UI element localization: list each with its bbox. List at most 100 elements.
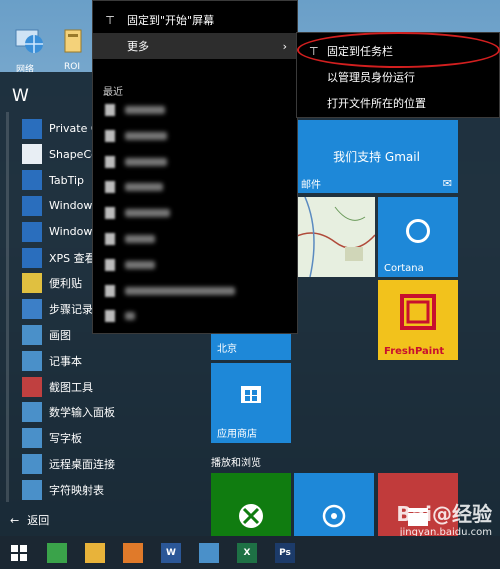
app-list-item-label: TabTip (49, 173, 85, 187)
app-list-item-label: 写字板 (49, 432, 82, 446)
recent-item[interactable] (93, 226, 297, 252)
recent-item[interactable] (93, 200, 297, 226)
app-list-item[interactable]: 数学输入面板 (0, 400, 205, 425)
recent-item[interactable] (93, 303, 297, 329)
section-letter[interactable]: W (12, 86, 29, 106)
app-list-item[interactable]: 远程桌面连接 (0, 451, 205, 476)
chevron-right-icon: › (282, 39, 287, 53)
recent-item[interactable] (93, 278, 297, 304)
steps-recorder-icon (22, 299, 42, 320)
document-icon (105, 258, 115, 271)
excel-icon: X (237, 542, 257, 563)
snipping-tool-icon (22, 376, 42, 397)
app-list-item-label: 数学输入面板 (49, 406, 115, 420)
recent-item-redacted (125, 312, 135, 321)
taskbar-app-button[interactable] (190, 536, 228, 569)
recent-item-redacted (125, 157, 167, 166)
app-list-item-label: 画图 (49, 328, 71, 342)
document-icon (105, 181, 115, 194)
app-list-item[interactable]: 记事本 (0, 348, 205, 373)
cortana-ring-icon (406, 219, 430, 243)
paint-icon (22, 324, 42, 345)
mail-tile-footer: 邮件 ✉ (295, 173, 458, 193)
recent-item[interactable] (93, 149, 297, 175)
freshpaint-frame-icon (400, 294, 436, 330)
store-tile[interactable]: 应用商店 (211, 363, 291, 443)
store-tile-label: 应用商店 (217, 429, 257, 440)
file-explorer-icon (85, 542, 105, 563)
taskbar-app-button[interactable]: X (228, 536, 266, 569)
recent-item-redacted (125, 260, 155, 269)
charmap-icon (22, 479, 42, 500)
recent-item[interactable] (93, 123, 297, 149)
notepad-icon (22, 350, 42, 371)
weather-city-label: 北京 (217, 343, 237, 355)
more-item[interactable]: 更多 › (93, 33, 297, 59)
taskbar-app-button[interactable]: W (152, 536, 190, 569)
xbox-icon (239, 504, 263, 528)
pin-icon: ⊤ (105, 13, 115, 27)
recent-item[interactable] (93, 174, 297, 200)
cortana-tile[interactable]: Cortana (378, 197, 458, 277)
app-list-item[interactable]: 写字板 (0, 426, 205, 451)
windows-logo-icon (11, 544, 27, 561)
taskbar-app-button[interactable] (38, 536, 76, 569)
network-desktop-icon[interactable] (12, 24, 46, 58)
document-icon (105, 104, 115, 116)
recent-item-redacted (125, 183, 163, 192)
map-thumbnail-icon (295, 197, 375, 277)
run-as-admin-label: 以管理员身份运行 (327, 71, 415, 84)
app-list-item-label: ShapeCo (49, 147, 98, 161)
shapecollector-icon (22, 144, 42, 165)
document-icon (105, 233, 115, 245)
taskbar: W X Ps (0, 536, 500, 569)
back-button[interactable]: ← 返回 (10, 512, 49, 528)
recent-item[interactable] (93, 97, 297, 123)
xps-icon (22, 247, 42, 268)
app-list-item[interactable]: 截图工具 (0, 374, 205, 399)
pin-to-start-label: 固定到"开始"屏幕 (127, 14, 215, 27)
taskbar-app-button[interactable] (114, 536, 152, 569)
recent-item-redacted (125, 235, 155, 243)
play-group-label: 播放和浏览 (211, 458, 261, 469)
document-icon (105, 284, 115, 297)
taskbar-app-button[interactable]: Ps (266, 536, 304, 569)
freshpaint-tile[interactable]: FreshPaint (378, 280, 458, 360)
foxit-icon (123, 542, 143, 563)
start-button[interactable] (0, 536, 38, 569)
back-label: 返回 (27, 514, 50, 527)
app-list-item-label: 字符映射表 (49, 483, 104, 497)
groove-music-icon (322, 504, 346, 528)
weather-tile[interactable]: 北京 (211, 334, 291, 360)
taskbar-app-button[interactable] (76, 536, 114, 569)
app-list-item-label: 便利贴 (49, 277, 82, 291)
tabtip-icon (22, 170, 42, 191)
document-icon (105, 155, 115, 168)
app-list-item-label: 截图工具 (49, 380, 93, 394)
file-desktop-label: ROI (64, 62, 80, 72)
recent-item-redacted (125, 131, 167, 140)
gmail-tile-label: 我们支持 Gmail (333, 150, 420, 164)
app-list-item-label: Windows (49, 225, 99, 239)
maps-tile[interactable] (295, 197, 375, 277)
highlight-oval (297, 32, 500, 68)
app-list-item-label: 远程桌面连接 (49, 457, 115, 471)
xbox-tile[interactable] (211, 473, 291, 536)
groove-tile[interactable] (294, 473, 374, 536)
freshpaint-tile-label: FreshPaint (384, 346, 445, 357)
recent-item-redacted (125, 209, 170, 218)
mail-tile-label: 邮件 (301, 179, 321, 191)
word-icon: W (161, 542, 181, 563)
recent-item[interactable] (93, 252, 297, 278)
recent-item-redacted (125, 106, 165, 114)
360-browser-icon (47, 542, 67, 563)
watermark-logo: Bai@经验 (396, 502, 492, 526)
file-desktop-icon[interactable] (62, 24, 86, 58)
pin-to-start-item[interactable]: ⊤ 固定到"开始"屏幕 (93, 7, 297, 33)
app-list-item[interactable]: 字符映射表 (0, 477, 205, 502)
open-location-item[interactable]: 打开文件所在的位置 (297, 90, 499, 116)
photoshop-icon: Ps (275, 542, 295, 563)
document-icon (105, 207, 115, 220)
sticky-notes-icon (22, 273, 42, 294)
back-arrow-icon: ← (10, 513, 20, 527)
